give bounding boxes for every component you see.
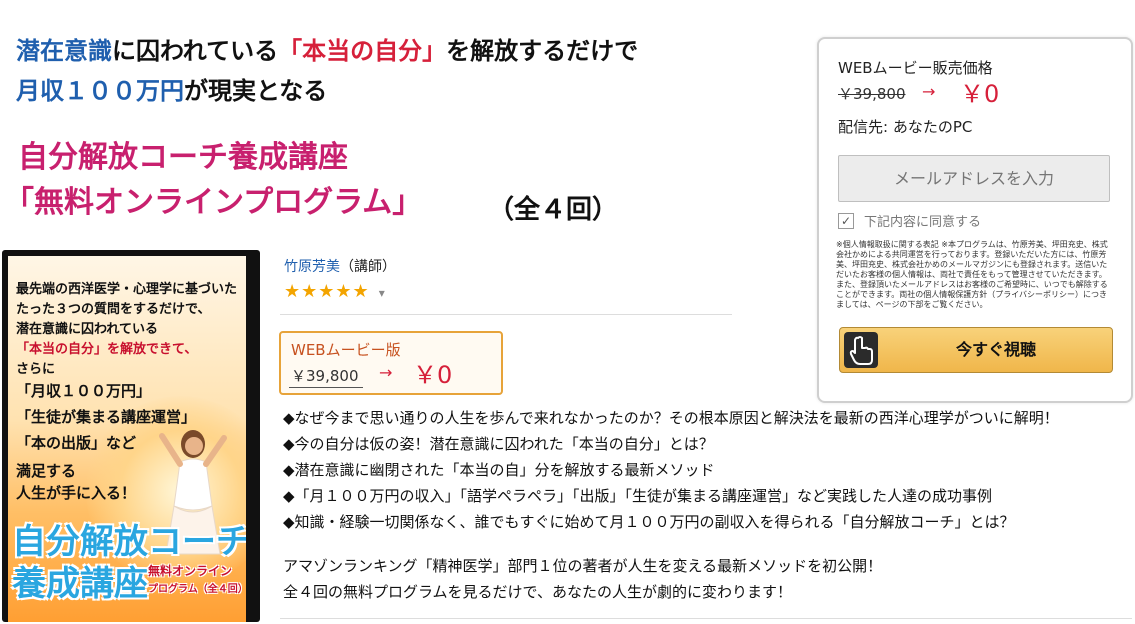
cover-text-line: 人生が手に入る！ [16,484,137,502]
cover-text-line: さらに [16,362,56,377]
headline-segment: 月収１００万円 [16,77,184,105]
cover-text-line: 「生徒が集まる講座運営」 [16,408,197,426]
headline-segment: 潜在意識 [16,37,112,65]
cover-subtitle: プログラム（全４回） [148,584,246,595]
list-item: ◆今の自分は仮の姿！潜在意識に囚われた「本当の自分」とは？ [283,435,714,453]
watch-now-button[interactable]: 今すぐ視聴 [839,327,1113,373]
headline-line-1: 潜在意識に囚われている「本当の自分」を解放するだけで [16,36,638,66]
headline-line-2: 月収１００万円が現実となる [16,76,327,106]
author-link[interactable]: 竹原芳美 [284,259,340,275]
cover-subtitle: 無料オンライン [148,564,233,578]
rating[interactable]: ★★★★★ ▾ [284,281,385,302]
arrow-icon: → [379,363,393,382]
original-price: ￥39,800 [289,365,363,388]
product-cover-image: 最先端の西洋医学・心理学に基づいた たった３つの質問をするだけで、 潜在意識に囚… [2,250,260,622]
course-title: 自分解放コーチ養成講座 [18,140,348,175]
list-item: ◆知識・経験一切関係なく、誰でもすぐに始めて月１００万円の副収入を得られる「自分… [283,513,1015,531]
divider [280,618,1132,619]
divider [280,314,732,315]
panel-original-price-text: ￥39,800 [838,85,906,103]
cover-text-line: 「月収１００万円」 [16,382,152,400]
author-role: （講師） [340,259,396,275]
panel-original-price: ￥39,800 [838,83,906,104]
headline-segment: が現実となる [184,77,328,105]
pointing-hand-icon [844,332,878,368]
list-item: ◆なぜ今まで思い通りの人生を歩んで来れなかったのか？その根本原因と解決法を最新の… [283,409,1059,427]
feature-list: ◆なぜ今まで思い通りの人生を歩んで来れなかったのか？その根本原因と解決法を最新の… [283,405,1059,535]
email-input[interactable] [838,155,1110,202]
cover-text-line: 「本当の自分」を解放できて、 [16,342,198,357]
cover-text-line: たった３つの質問をするだけで、 [16,302,211,317]
cover-text-line: 満足する [16,462,77,480]
cover-text-line: 最先端の西洋医学・心理学に基づいた [16,282,238,297]
format-price-box[interactable]: WEBムービー版 ￥39,800 → ￥0 [279,331,503,395]
list-item: ◆潜在意識に幽閉された「本当の自」分を解放する最新メソッド [283,461,715,479]
cover-text-line: 「本の出版」など [16,434,137,452]
cover-title: 養成講座 [12,564,148,604]
chevron-down-icon[interactable]: ▾ [379,286,385,300]
headline-segment: 「本当の自分」 [278,37,447,65]
delivery-info: 配信先: あなたのPC [838,118,973,136]
headline-segment: に囚われている [112,37,279,65]
privacy-fine-print: ※個人情報取扱に関する表記 ※本プログラムは、竹原芳美、坪田充史、株式会社かめに… [836,240,1108,309]
cover-text-line: 潜在意識に囚われている [16,322,158,337]
agree-checkbox[interactable]: ✓ [838,213,854,229]
sale-price: ￥0 [413,361,453,389]
description: アマゾンランキング「精神医学」部門１位の著者が人生を変える最新メソッドを初公開！… [283,553,882,605]
list-item: ◆「月１００万円の収入」「語学ペラペラ」「出版」「生徒が集まる講座運営」など実践… [283,487,993,505]
format-label: WEBムービー版 [291,341,401,359]
description-line: アマゾンランキング「精神医学」部門１位の著者が人生を変える最新メソッドを初公開！ [283,557,883,575]
arrow-icon: → [922,82,936,101]
sessions-count: （全４回） [488,195,619,225]
headline-segment: を解放するだけで [446,37,639,65]
agree-label: 下記内容に同意する [864,215,982,230]
description-line: 全４回の無料プログラムを見るだけで、あなたの人生が劇的に変わります！ [283,583,792,601]
star-rating-icon: ★★★★★ [284,281,370,302]
watch-now-label: 今すぐ視聴 [955,340,1036,359]
author-line: 竹原芳美（講師） [284,256,396,276]
panel-sale-price: ￥0 [960,80,1000,108]
program-title: 「無料オンラインプログラム」 [4,185,423,220]
